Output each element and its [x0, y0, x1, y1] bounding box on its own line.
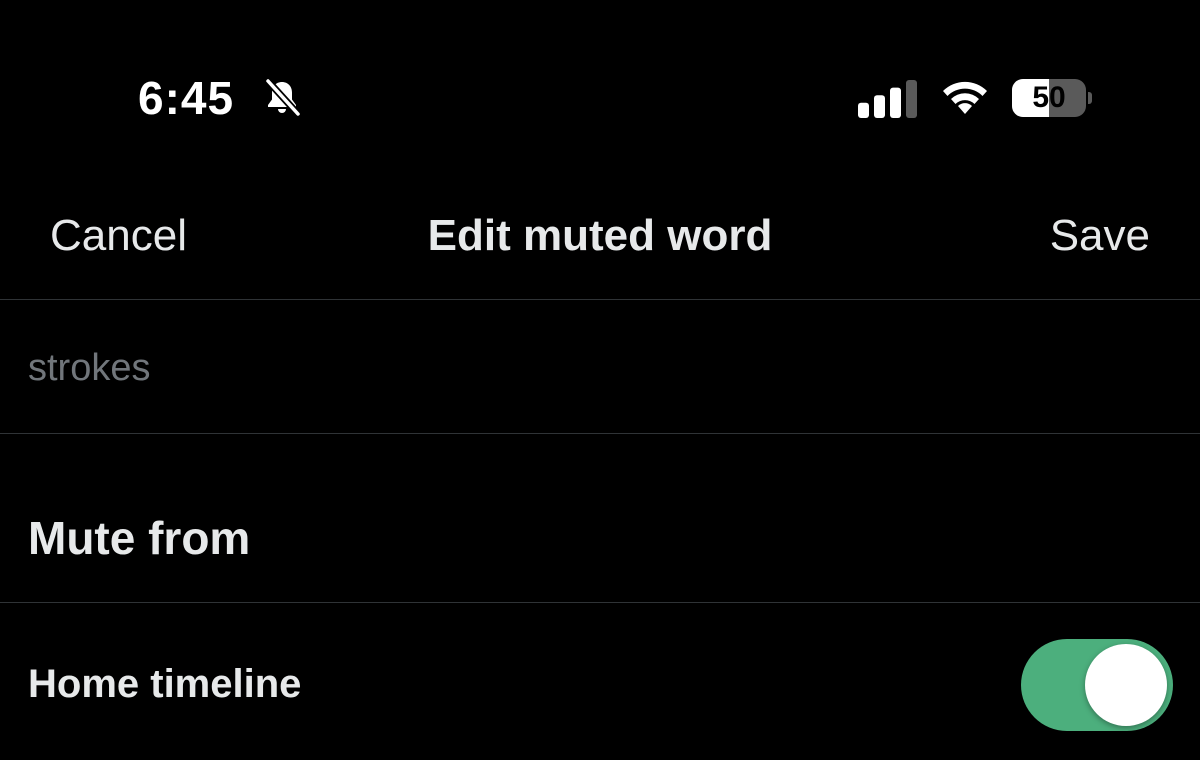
battery-indicator: 50	[1012, 79, 1092, 117]
signal-bar	[874, 95, 885, 118]
signal-bar	[890, 87, 901, 118]
signal-bar	[906, 80, 917, 118]
bell-slash-icon	[264, 77, 302, 118]
cellular-signal-icon	[858, 80, 917, 118]
section-title: Mute from	[28, 512, 251, 564]
signal-bar	[858, 102, 869, 118]
home-timeline-toggle[interactable]	[1021, 639, 1173, 731]
muted-word-input[interactable]	[28, 340, 1168, 396]
mute-from-section: Mute from	[0, 434, 1200, 603]
status-bar: 6:45 50	[0, 0, 1200, 190]
battery-level: 50	[1032, 81, 1066, 114]
edit-muted-word-screen: 6:45 50 Cancel Edit muted word Save stro…	[0, 0, 1200, 760]
toggle-knob	[1085, 644, 1167, 726]
navigation-bar: Cancel Edit muted word Save	[0, 190, 1200, 300]
wifi-icon	[943, 81, 987, 114]
status-time: 6:45	[138, 72, 235, 124]
save-button[interactable]: Save	[1050, 208, 1150, 264]
home-timeline-row[interactable]: Home timeline	[0, 603, 1200, 760]
muted-word-row	[0, 300, 1200, 434]
home-timeline-label: Home timeline	[28, 662, 302, 706]
cancel-button[interactable]: Cancel	[50, 208, 187, 264]
battery-body: 50	[1012, 79, 1086, 117]
battery-nub	[1088, 92, 1092, 104]
